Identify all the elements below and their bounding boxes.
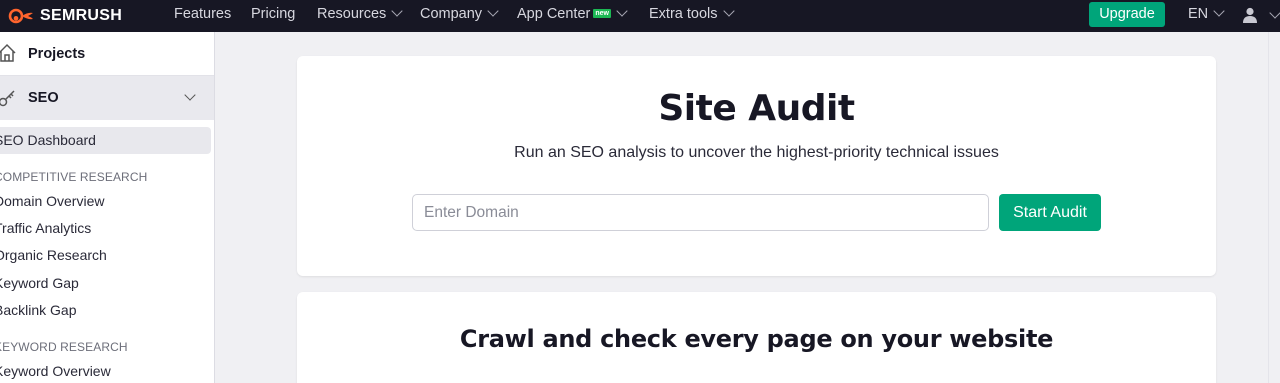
section-title: Crawl and check every page on your websi… bbox=[459, 325, 1054, 353]
seo-key-icon bbox=[0, 90, 15, 107]
user-icon[interactable] bbox=[1243, 7, 1257, 23]
nav-label: App Center bbox=[517, 6, 591, 22]
nav-company[interactable]: Company bbox=[420, 0, 499, 32]
sidebar-item-traffic-analytics[interactable]: Traffic Analytics bbox=[0, 220, 91, 236]
sidebar-item-keyword-overview[interactable]: Keyword Overview bbox=[0, 363, 111, 379]
chevron-down-icon[interactable] bbox=[184, 89, 196, 101]
domain-input[interactable] bbox=[412, 194, 989, 231]
sidebar-item-organic-research[interactable]: Organic Research bbox=[0, 247, 107, 263]
section-heading: KEYWORD RESEARCH bbox=[0, 340, 128, 354]
language-label: EN bbox=[1188, 6, 1209, 22]
section-heading: COMPETITIVE RESEARCH bbox=[0, 170, 148, 184]
language-selector[interactable]: EN bbox=[1188, 0, 1225, 32]
nav-features[interactable]: Features bbox=[174, 0, 231, 32]
nav-pricing[interactable]: Pricing bbox=[251, 0, 295, 32]
page-scrollbar[interactable] bbox=[1268, 32, 1280, 383]
sidebar-item-label: SEO Dashboard bbox=[0, 132, 96, 148]
nav-label: Company bbox=[420, 6, 483, 22]
nav-label: Features bbox=[174, 6, 232, 22]
sidebar-item-seo-dashboard[interactable]: SEO Dashboard bbox=[0, 127, 211, 154]
nav-label: Resources bbox=[317, 6, 387, 22]
top-nav-bar: SEMRUSH Features Pricing Resources Compa… bbox=[0, 0, 1280, 32]
chevron-down-icon bbox=[487, 5, 499, 17]
nav-label: Pricing bbox=[251, 6, 296, 22]
sidebar-item-keyword-gap[interactable]: Keyword Gap bbox=[0, 275, 79, 291]
sidebar-item-label: SEO bbox=[28, 90, 59, 106]
chevron-down-icon bbox=[1213, 5, 1225, 17]
nav-extra-tools[interactable]: Extra tools bbox=[649, 0, 735, 32]
brand-name: SEMRUSH bbox=[40, 7, 123, 24]
sidebar: Projects SEO SEO Dashboard COMPETITIVE R… bbox=[0, 32, 215, 383]
nav-label: Extra tools bbox=[649, 6, 718, 22]
page-title: Site Audit bbox=[658, 88, 855, 129]
chevron-down-icon bbox=[616, 5, 628, 17]
semrush-logo-icon bbox=[8, 8, 33, 24]
sidebar-item-backlink-gap[interactable]: Backlink Gap bbox=[0, 302, 76, 318]
chevron-down-icon bbox=[722, 5, 735, 17]
chevron-down-icon[interactable] bbox=[1269, 7, 1280, 19]
new-badge: new bbox=[593, 9, 611, 18]
nav-resources[interactable]: Resources bbox=[317, 0, 403, 32]
sidebar-item-label: Projects bbox=[28, 46, 86, 62]
sidebar-item-projects[interactable]: Projects bbox=[0, 32, 214, 76]
page-subtitle: Run an SEO analysis to uncover the highe… bbox=[514, 144, 999, 161]
sidebar-item-seo[interactable]: SEO bbox=[0, 76, 214, 120]
upgrade-button[interactable]: Upgrade bbox=[1089, 2, 1165, 27]
semrush-logo[interactable]: SEMRUSH bbox=[8, 6, 122, 26]
start-audit-button[interactable]: Start Audit bbox=[999, 194, 1101, 231]
sidebar-item-domain-overview[interactable]: Domain Overview bbox=[0, 193, 104, 209]
chevron-down-icon bbox=[391, 5, 403, 17]
home-icon bbox=[0, 43, 16, 62]
crawl-info-card: Crawl and check every page on your websi… bbox=[297, 292, 1216, 383]
nav-app-center[interactable]: App Center new bbox=[517, 0, 628, 32]
site-audit-card: Site Audit Run an SEO analysis to uncove… bbox=[297, 56, 1216, 276]
